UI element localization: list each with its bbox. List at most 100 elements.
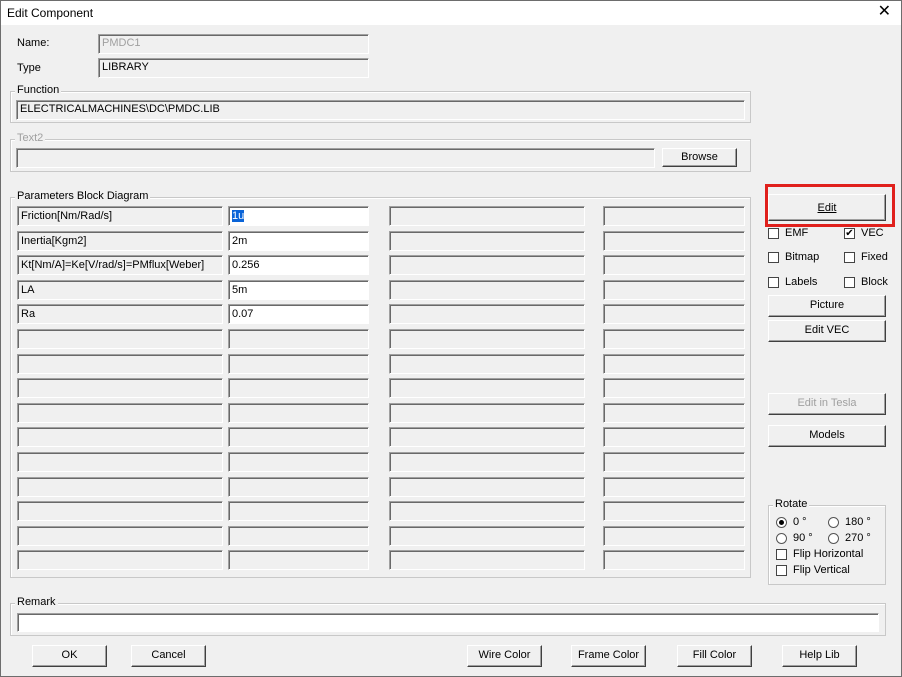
- param-empty-cell[interactable]: [228, 378, 369, 398]
- window-title: Edit Component: [7, 6, 94, 20]
- name-field[interactable]: PMDC1: [98, 34, 369, 54]
- param-name-cell[interactable]: Friction[Nm/Rad/s]: [17, 206, 223, 226]
- block-label: Block: [861, 276, 888, 288]
- param-empty-cell[interactable]: [389, 206, 585, 226]
- edit-vec-button[interactable]: Edit VEC: [768, 320, 886, 342]
- function-field[interactable]: ELECTRICALMACHINES\DC\PMDC.LIB: [16, 100, 745, 120]
- param-empty-cell[interactable]: [228, 403, 369, 423]
- emf-checkbox[interactable]: [768, 228, 779, 239]
- rotate-0-label: 0 °: [793, 516, 807, 528]
- param-empty-cell[interactable]: [389, 403, 585, 423]
- param-empty-cell[interactable]: [603, 550, 745, 570]
- type-field[interactable]: LIBRARY: [98, 58, 369, 78]
- param-empty-cell[interactable]: [389, 280, 585, 300]
- param-value-cell[interactable]: 5m: [228, 280, 369, 300]
- param-empty-cell[interactable]: [17, 452, 223, 472]
- param-empty-cell[interactable]: [17, 501, 223, 521]
- param-empty-cell[interactable]: [17, 378, 223, 398]
- param-empty-cell[interactable]: [389, 452, 585, 472]
- param-name-cell[interactable]: Inertia[Kgm2]: [17, 231, 223, 251]
- param-value-cell[interactable]: 2m: [228, 231, 369, 251]
- param-value-cell[interactable]: 1u: [228, 206, 369, 226]
- param-empty-cell[interactable]: [603, 354, 745, 374]
- vec-checkbox[interactable]: ✔: [844, 228, 855, 239]
- param-empty-cell[interactable]: [389, 329, 585, 349]
- rotate-180-radio[interactable]: [828, 517, 839, 528]
- rotate-0-radio[interactable]: [776, 517, 787, 528]
- param-empty-cell[interactable]: [228, 354, 369, 374]
- param-empty-cell[interactable]: [603, 231, 745, 251]
- param-empty-cell[interactable]: [17, 403, 223, 423]
- param-empty-cell[interactable]: [17, 354, 223, 374]
- param-empty-cell[interactable]: [603, 452, 745, 472]
- param-empty-cell[interactable]: [603, 255, 745, 275]
- param-empty-cell[interactable]: [228, 477, 369, 497]
- title-bar: Edit Component ✕: [1, 1, 901, 25]
- text2-field[interactable]: [16, 148, 655, 168]
- param-empty-cell[interactable]: [17, 550, 223, 570]
- param-empty-cell[interactable]: [389, 477, 585, 497]
- wire-color-button[interactable]: Wire Color: [467, 645, 542, 667]
- param-empty-cell[interactable]: [603, 403, 745, 423]
- labels-checkbox[interactable]: [768, 277, 779, 288]
- param-name-cell[interactable]: Ra: [17, 304, 223, 324]
- param-empty-cell[interactable]: [17, 477, 223, 497]
- param-empty-cell[interactable]: [603, 329, 745, 349]
- param-empty-cell[interactable]: [389, 354, 585, 374]
- param-empty-cell[interactable]: [389, 304, 585, 324]
- param-empty-cell[interactable]: [389, 231, 585, 251]
- param-empty-cell[interactable]: [228, 427, 369, 447]
- fill-color-button[interactable]: Fill Color: [677, 645, 752, 667]
- param-empty-cell[interactable]: [389, 550, 585, 570]
- param-name-cell[interactable]: LA: [17, 280, 223, 300]
- param-empty-cell[interactable]: [603, 280, 745, 300]
- param-empty-cell[interactable]: [17, 526, 223, 546]
- param-value-cell[interactable]: 0.07: [228, 304, 369, 324]
- param-empty-cell[interactable]: [603, 501, 745, 521]
- param-empty-cell[interactable]: [228, 501, 369, 521]
- rotate-180-label: 180 °: [845, 516, 871, 528]
- parameters-label: Parameters Block Diagram: [15, 190, 151, 202]
- param-empty-cell[interactable]: [389, 501, 585, 521]
- param-empty-cell[interactable]: [603, 304, 745, 324]
- cancel-button[interactable]: Cancel: [131, 645, 206, 667]
- param-empty-cell[interactable]: [389, 526, 585, 546]
- highlight-box: [765, 184, 895, 227]
- param-empty-cell[interactable]: [389, 427, 585, 447]
- remark-field[interactable]: [17, 613, 879, 632]
- rotate-90-radio[interactable]: [776, 533, 787, 544]
- param-empty-cell[interactable]: [17, 427, 223, 447]
- browse-button[interactable]: Browse: [662, 148, 737, 167]
- param-empty-cell[interactable]: [389, 255, 585, 275]
- models-button[interactable]: Models: [768, 425, 886, 447]
- picture-button[interactable]: Picture: [768, 295, 886, 317]
- param-empty-cell[interactable]: [228, 550, 369, 570]
- param-empty-cell[interactable]: [603, 206, 745, 226]
- emf-label: EMF: [785, 227, 809, 239]
- flip-horizontal-checkbox[interactable]: [776, 549, 787, 560]
- ok-button[interactable]: OK: [32, 645, 107, 667]
- help-lib-button[interactable]: Help Lib: [782, 645, 857, 667]
- bitmap-checkbox[interactable]: [768, 252, 779, 263]
- fixed-checkbox[interactable]: [844, 252, 855, 263]
- selected-text: 1u: [232, 210, 245, 222]
- param-empty-cell[interactable]: [17, 329, 223, 349]
- block-checkbox[interactable]: [844, 277, 855, 288]
- rotate-270-radio[interactable]: [828, 533, 839, 544]
- param-empty-cell[interactable]: [389, 378, 585, 398]
- close-icon[interactable]: ✕: [878, 3, 891, 21]
- param-empty-cell[interactable]: [603, 477, 745, 497]
- param-empty-cell[interactable]: [603, 427, 745, 447]
- param-empty-cell[interactable]: [228, 526, 369, 546]
- param-empty-cell[interactable]: [228, 329, 369, 349]
- edit-component-dialog: Edit Component ✕ Name: PMDC1 Type LIBRAR…: [0, 0, 902, 677]
- param-empty-cell[interactable]: [603, 378, 745, 398]
- param-value-cell[interactable]: 0.256: [228, 255, 369, 275]
- edit-in-tesla-button[interactable]: Edit in Tesla: [768, 393, 886, 415]
- param-empty-cell[interactable]: [228, 452, 369, 472]
- frame-color-button[interactable]: Frame Color: [571, 645, 646, 667]
- param-empty-cell[interactable]: [603, 526, 745, 546]
- param-name-cell[interactable]: Kt[Nm/A]=Ke[V/rad/s]=PMflux[Weber]: [17, 255, 223, 275]
- rotate-270-label: 270 °: [845, 532, 871, 544]
- flip-vertical-checkbox[interactable]: [776, 565, 787, 576]
